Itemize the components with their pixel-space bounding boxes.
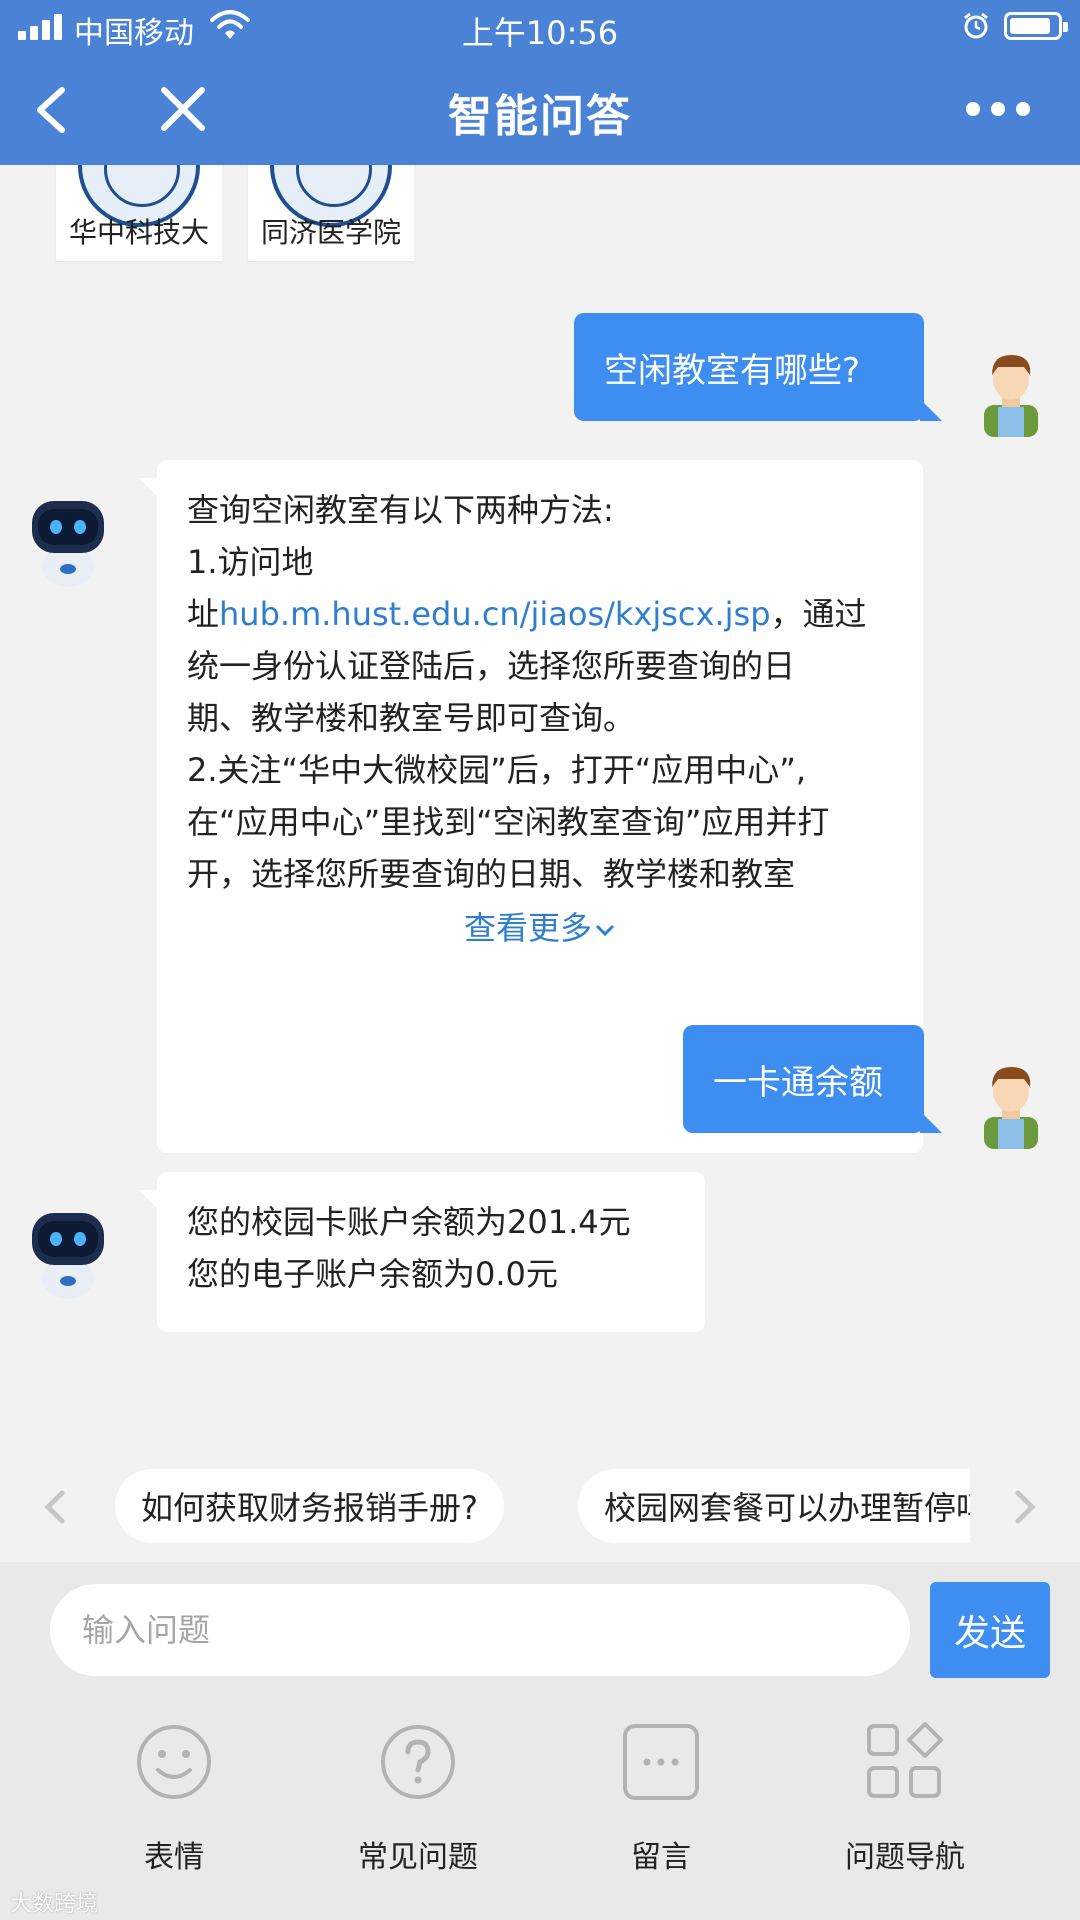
suggestion-label: 如何获取财务报销手册? bbox=[141, 1489, 478, 1527]
bot-message-line: 在“应用中心”里找到“空闲教室查询”应用并打 bbox=[187, 803, 830, 841]
watermark: 大数跨境 bbox=[10, 1892, 99, 1917]
alarm-icon bbox=[964, 12, 988, 39]
chevron-down-icon bbox=[595, 924, 615, 937]
bot-message-line: 开，选择您所要查询的日期、教学楼和教室 bbox=[187, 855, 796, 893]
scroll-right-button[interactable] bbox=[1010, 1485, 1040, 1529]
app-header: 中国移动 上午10:56 智能问答 bbox=[0, 0, 1080, 165]
message-icon bbox=[623, 1724, 699, 1800]
bot-message-line: 您的校园卡账户余额为201.4元 bbox=[187, 1203, 631, 1241]
suggestion-label: 校园网套餐可以办理暂停吗? bbox=[604, 1489, 970, 1527]
input-panel: 发送 表情 常见问题 留言 bbox=[0, 1562, 1080, 1920]
status-time: 上午10:56 bbox=[461, 14, 619, 52]
page-title: 智能问答 bbox=[448, 91, 632, 142]
suggestion-list: 如何获取财务报销手册? 校园网套餐可以办理暂停吗? bbox=[115, 1465, 970, 1545]
bot-message-text: 址 bbox=[187, 595, 220, 633]
message-button[interactable]: 留言 bbox=[561, 1722, 761, 1882]
status-bar: 中国移动 上午10:56 bbox=[0, 0, 1080, 52]
chat-area[interactable]: 华中科技大 同济医学院 空闲教室有哪些? 查询空闲教室有以下两种方法: 1.访问… bbox=[0, 165, 1080, 1565]
view-more-label: 查看更多 bbox=[463, 909, 592, 947]
suggestion-chip[interactable]: 如何获取财务报销手册? bbox=[115, 1469, 504, 1543]
user-message-bubble[interactable]: 空闲教室有哪些? bbox=[574, 313, 942, 421]
view-more-link[interactable]: 查看更多 bbox=[187, 902, 893, 954]
send-button[interactable]: 发送 bbox=[930, 1582, 1050, 1678]
more-options-button[interactable] bbox=[966, 98, 1030, 120]
battery-icon bbox=[1004, 12, 1068, 40]
user-message-bubble[interactable]: 一卡通余额 bbox=[683, 1025, 942, 1133]
bot-message-line: 1.访问地 bbox=[187, 543, 314, 581]
question-icon bbox=[381, 1725, 455, 1799]
faq-button[interactable]: 常见问题 bbox=[318, 1722, 518, 1882]
university-card-label: 同济医学院 bbox=[260, 216, 401, 249]
bot-message-line: 您的电子账户余额为0.0元 bbox=[187, 1255, 558, 1293]
smiley-icon bbox=[137, 1725, 211, 1799]
bot-message-line: 2.关注“华中大微校园”后，打开“应用中心”, bbox=[187, 751, 807, 789]
scroll-left-button[interactable] bbox=[40, 1485, 70, 1529]
grid-nav-icon bbox=[867, 1722, 943, 1798]
bot-message-line: 统一身份认证登陆后，选择您所要查询的日 bbox=[187, 647, 796, 685]
university-card[interactable]: 同济医学院 bbox=[248, 165, 414, 261]
bot-message-bubble[interactable]: 您的校园卡账户余额为201.4元 您的电子账户余额为0.0元 bbox=[139, 1172, 705, 1332]
tool-label: 留言 bbox=[631, 1840, 691, 1875]
university-card-label: 华中科技大 bbox=[68, 216, 209, 249]
question-navigation-button[interactable]: 问题导航 bbox=[805, 1722, 1005, 1882]
tool-label: 常见问题 bbox=[358, 1840, 478, 1875]
bot-message-line: 址hub.m.hust.edu.cn/jiaos/kxjscx.jsp，通过 bbox=[187, 588, 893, 640]
user-message-text: 一卡通余额 bbox=[713, 1062, 883, 1103]
bot-message-line: 期、教学楼和教室号即可查询。 bbox=[187, 699, 636, 737]
emoji-button[interactable]: 表情 bbox=[74, 1722, 274, 1882]
bot-avatar bbox=[32, 1213, 104, 1299]
question-input[interactable] bbox=[50, 1584, 910, 1676]
tool-label: 问题导航 bbox=[845, 1840, 965, 1875]
bot-message-text: ，通过 bbox=[770, 595, 867, 633]
suggestion-bar: 如何获取财务报销手册? 校园网套餐可以办理暂停吗? bbox=[0, 1465, 1080, 1555]
user-avatar bbox=[984, 1067, 1038, 1149]
user-message-text: 空闲教室有哪些? bbox=[604, 350, 861, 391]
user-avatar bbox=[984, 355, 1038, 437]
university-card[interactable]: 华中科技大 bbox=[56, 165, 222, 261]
bot-message-line: 查询空闲教室有以下两种方法: bbox=[187, 491, 614, 529]
suggestion-chip[interactable]: 校园网套餐可以办理暂停吗? bbox=[578, 1469, 970, 1543]
query-url-link[interactable]: hub.m.hust.edu.cn/jiaos/kxjscx.jsp bbox=[219, 595, 770, 633]
tool-label: 表情 bbox=[144, 1840, 204, 1875]
bot-avatar bbox=[32, 501, 104, 587]
